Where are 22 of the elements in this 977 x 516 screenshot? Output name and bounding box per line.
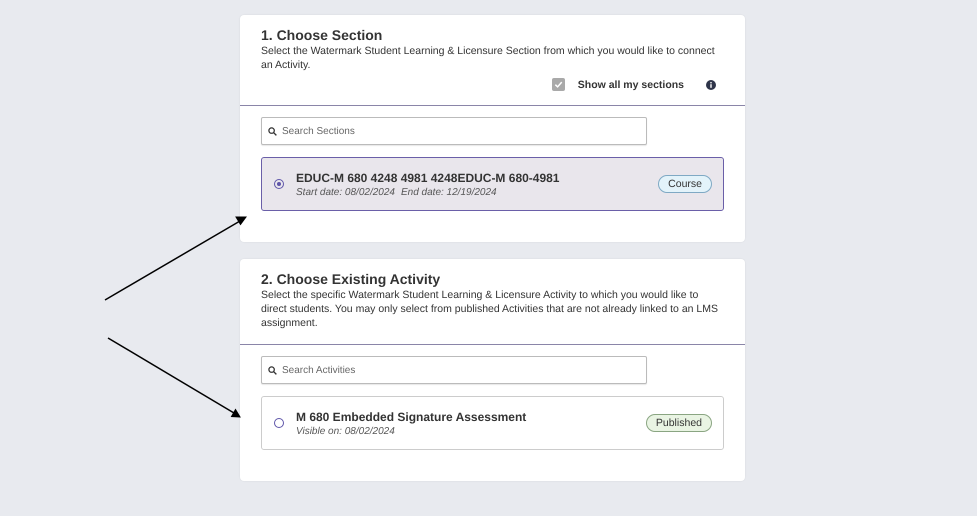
radio-button[interactable] bbox=[274, 179, 284, 189]
item-date: Visible on: 08/02/2024 bbox=[296, 426, 395, 436]
item-date: End date: 12/19/2024 bbox=[400, 186, 497, 198]
checkbox[interactable] bbox=[552, 78, 565, 91]
list-item[interactable]: M 680 Embedded Signature Assessment Visible on: 08/02/2024 Published bbox=[261, 396, 724, 450]
item-title: M 680 Embedded Signature Assessment bbox=[296, 410, 528, 424]
info-icon[interactable] bbox=[706, 80, 716, 90]
section-title: 1. Choose Section bbox=[261, 27, 384, 43]
checkbox-label: Show all my sections bbox=[578, 78, 684, 90]
status-badge: Published bbox=[646, 414, 712, 432]
status-badge: Course bbox=[658, 175, 712, 193]
search-icon bbox=[268, 366, 277, 374]
section-description: Select the specific Watermark Student Learning & Licensure Activity to which you would like to direct students. You may only select from published Activities that are not already linked to an LMS assignment. bbox=[261, 288, 720, 330]
list-item[interactable]: EDUC-M 680 4248 4981 4248EDUC-M 680-4981 Start date: 08/02/2024 End date: 12/19/2024 Course bbox=[261, 157, 724, 211]
search-field[interactable]: Search Sections bbox=[261, 117, 647, 145]
radio-button[interactable] bbox=[274, 418, 284, 428]
search-field[interactable]: Search Activities bbox=[261, 356, 647, 384]
item-title: EDUC-M 680 4248 4981 4248EDUC-M 680-4981 bbox=[296, 170, 560, 184]
item-date: Start date: 08/02/2024 bbox=[296, 186, 395, 198]
search-icon bbox=[268, 126, 277, 136]
section-description: Select the Watermark Student Learning & Licensure Section from which you would like to connect an Activity. bbox=[261, 44, 716, 72]
section-title: 2. Choose Existing Activity bbox=[261, 271, 442, 287]
